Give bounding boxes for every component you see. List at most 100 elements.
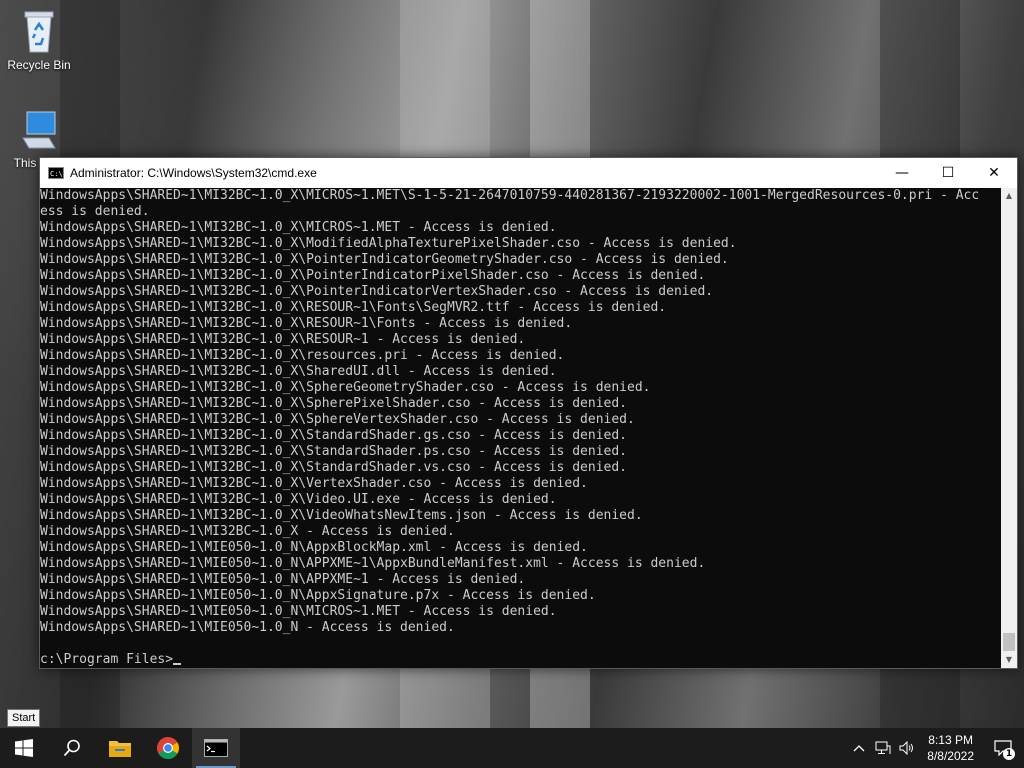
console-line: WindowsApps\SHARED~1\MI32BC~1.0_X\Sphere…: [40, 412, 1001, 428]
search-icon: [63, 739, 80, 757]
maximize-button[interactable]: ☐: [925, 158, 971, 188]
console-line: WindowsApps\SHARED~1\MIE050~1.0_N\AppxSi…: [40, 588, 1001, 604]
text-cursor: [173, 663, 182, 665]
folder-icon: [109, 741, 131, 757]
taskbar: 8:13 PM 8/8/2022 1: [0, 728, 1024, 768]
console-line: WindowsApps\SHARED~1\MI32BC~1.0_X\Video.…: [40, 492, 1001, 508]
action-center-button[interactable]: 1: [982, 728, 1024, 768]
recycle-bin-shortcut[interactable]: Recycle Bin: [4, 8, 74, 72]
console-line: WindowsApps\SHARED~1\MI32BC~1.0_X\Sphere…: [40, 380, 1001, 396]
console-line-text: WindowsApps\SHARED~1\MI32BC~1.0_X\Shared…: [40, 364, 557, 379]
console-line: WindowsApps\SHARED~1\MI32BC~1.0_X\Pointe…: [40, 252, 1001, 268]
search-button[interactable]: [48, 728, 96, 768]
console-line: WindowsApps\SHARED~1\MI32BC~1.0_X\RESOUR…: [40, 300, 1001, 316]
console-line-text: WindowsApps\SHARED~1\MI32BC~1.0_X\Sphere…: [40, 412, 635, 427]
clock[interactable]: 8:13 PM 8/8/2022: [919, 732, 982, 764]
console-line-text: WindowsApps\SHARED~1\MI32BC~1.0_X\resour…: [40, 348, 565, 363]
clock-date: 8/8/2022: [927, 749, 974, 763]
console-line-text: WindowsApps\SHARED~1\MIE050~1.0_N - Acce…: [40, 620, 455, 635]
chevron-up-icon: [853, 745, 865, 752]
clock-time: 8:13 PM: [928, 733, 973, 747]
close-button[interactable]: ✕: [971, 158, 1017, 188]
console-line: WindowsApps\SHARED~1\MI32BC~1.0_X\Standa…: [40, 444, 1001, 460]
console-line-text: WindowsApps\SHARED~1\MI32BC~1.0_X\Pointe…: [40, 252, 729, 267]
console-line-text: WindowsApps\SHARED~1\MI32BC~1.0_X - Acce…: [40, 524, 455, 539]
console-line: WindowsApps\SHARED~1\MI32BC~1.0_X\resour…: [40, 348, 1001, 364]
console-line: WindowsApps\SHARED~1\MIE050~1.0_N - Acce…: [40, 620, 1001, 636]
console-line: WindowsApps\SHARED~1\MI32BC~1.0_X\Pointe…: [40, 284, 1001, 300]
recycle-bin-label: Recycle Bin: [7, 58, 71, 72]
scroll-down-arrow-icon[interactable]: ▼: [1001, 652, 1017, 668]
console-line-text: WindowsApps\SHARED~1\MI32BC~1.0_X\Sphere…: [40, 396, 627, 411]
cmd-app-icon: C:\: [48, 167, 64, 179]
console-line-text: ess is denied.: [40, 204, 150, 219]
console-line: WindowsApps\SHARED~1\MIE050~1.0_N\MICROS…: [40, 604, 1001, 620]
window-titlebar[interactable]: C:\ Administrator: C:\Windows\System32\c…: [40, 158, 1017, 188]
console-line-text: WindowsApps\SHARED~1\MI32BC~1.0_X\VideoW…: [40, 508, 643, 523]
console-line-text: WindowsApps\SHARED~1\MI32BC~1.0_X\Standa…: [40, 460, 627, 475]
console-line: ess is denied.: [40, 204, 1001, 220]
console-line-text: WindowsApps\SHARED~1\MIE050~1.0_N\AppxBl…: [40, 540, 588, 555]
window-title: Administrator: C:\Windows\System32\cmd.e…: [70, 166, 317, 180]
cmd-icon: [204, 739, 228, 757]
console-line-text: WindowsApps\SHARED~1\MI32BC~1.0_X\Modifi…: [40, 236, 737, 251]
console-line-text: WindowsApps\SHARED~1\MI32BC~1.0_X\MICROS…: [40, 188, 980, 203]
console-line: WindowsApps\SHARED~1\MI32BC~1.0_X\Shared…: [40, 364, 1001, 380]
console-line: WindowsApps\SHARED~1\MI32BC~1.0_X\VideoW…: [40, 508, 1001, 524]
console-line-text: WindowsApps\SHARED~1\MIE050~1.0_N\AppxSi…: [40, 588, 596, 603]
notification-count-badge: 1: [1003, 748, 1015, 760]
console-line-text: WindowsApps\SHARED~1\MI32BC~1.0_X\MICROS…: [40, 220, 557, 235]
console-line-text: WindowsApps\SHARED~1\MI32BC~1.0_X\Standa…: [40, 428, 627, 443]
this-pc-icon: [22, 111, 56, 149]
network-button[interactable]: [871, 741, 895, 755]
console-line-text: WindowsApps\SHARED~1\MI32BC~1.0_X\Standa…: [40, 444, 627, 459]
scroll-up-arrow-icon[interactable]: ▲: [1001, 188, 1017, 204]
console-line: WindowsApps\SHARED~1\MIE050~1.0_N\APPXME…: [40, 556, 1001, 572]
recycle-bin-icon: [24, 11, 54, 53]
console-line-text: WindowsApps\SHARED~1\MIE050~1.0_N\MICROS…: [40, 604, 557, 619]
windows-logo-icon: [15, 739, 33, 757]
speaker-icon: [899, 741, 914, 755]
console-line: WindowsApps\SHARED~1\MI32BC~1.0_X\MICROS…: [40, 188, 1001, 204]
console-line-text: WindowsApps\SHARED~1\MI32BC~1.0_X\Sphere…: [40, 380, 651, 395]
console-line: WindowsApps\SHARED~1\MI32BC~1.0_X\Modifi…: [40, 236, 1001, 252]
cmd-taskbar-button[interactable]: [192, 728, 240, 768]
console-line: WindowsApps\SHARED~1\MI32BC~1.0_X\Pointe…: [40, 268, 1001, 284]
console-line: WindowsApps\SHARED~1\MI32BC~1.0_X - Acce…: [40, 524, 1001, 540]
console-output[interactable]: WindowsApps\SHARED~1\MI32BC~1.0_X\MICROS…: [40, 188, 1001, 668]
console-line-text: WindowsApps\SHARED~1\MI32BC~1.0_X\Pointe…: [40, 284, 714, 299]
vertical-scrollbar[interactable]: ▲ ▼: [1001, 188, 1017, 668]
console-line-text: WindowsApps\SHARED~1\MI32BC~1.0_X\RESOUR…: [40, 300, 667, 315]
console-line: WindowsApps\SHARED~1\MI32BC~1.0_X\RESOUR…: [40, 316, 1001, 332]
cmd-window[interactable]: C:\ Administrator: C:\Windows\System32\c…: [39, 157, 1018, 669]
system-tray: 8:13 PM 8/8/2022 1: [847, 728, 1024, 768]
network-icon: [875, 741, 891, 754]
volume-button[interactable]: [895, 741, 919, 755]
console-line: WindowsApps\SHARED~1\MIE050~1.0_N\APPXME…: [40, 572, 1001, 588]
console-line-text: WindowsApps\SHARED~1\MI32BC~1.0_X\Video.…: [40, 492, 557, 507]
start-tooltip: Start: [7, 709, 41, 727]
console-line-text: WindowsApps\SHARED~1\MIE050~1.0_N\APPXME…: [40, 572, 526, 587]
console-line: WindowsApps\SHARED~1\MIE050~1.0_N\AppxBl…: [40, 540, 1001, 556]
chrome-icon: [157, 737, 179, 759]
console-line-text: WindowsApps\SHARED~1\MI32BC~1.0_X\Pointe…: [40, 268, 706, 283]
console-line-text: WindowsApps\SHARED~1\MIE050~1.0_N\APPXME…: [40, 556, 706, 571]
console-line-text: c:\Program Files>: [40, 652, 174, 667]
scrollbar-thumb[interactable]: [1003, 633, 1015, 651]
console-line: WindowsApps\SHARED~1\MI32BC~1.0_X\Sphere…: [40, 396, 1001, 412]
console-line-text: WindowsApps\SHARED~1\MI32BC~1.0_X\Vertex…: [40, 476, 588, 491]
console-line: WindowsApps\SHARED~1\MI32BC~1.0_X\RESOUR…: [40, 332, 1001, 348]
chrome-button[interactable]: [144, 728, 192, 768]
start-button[interactable]: [0, 728, 48, 768]
this-pc-label: This: [13, 156, 37, 170]
file-explorer-button[interactable]: [96, 728, 144, 768]
console-line-text: WindowsApps\SHARED~1\MI32BC~1.0_X\RESOUR…: [40, 316, 573, 331]
show-hidden-icons-button[interactable]: [847, 744, 871, 752]
minimize-button[interactable]: —: [879, 158, 925, 188]
console-line: WindowsApps\SHARED~1\MI32BC~1.0_X\Standa…: [40, 428, 1001, 444]
console-line: c:\Program Files>: [40, 652, 1001, 668]
console-line: WindowsApps\SHARED~1\MI32BC~1.0_X\Standa…: [40, 460, 1001, 476]
console-line: WindowsApps\SHARED~1\MI32BC~1.0_X\MICROS…: [40, 220, 1001, 236]
console-line: WindowsApps\SHARED~1\MI32BC~1.0_X\Vertex…: [40, 476, 1001, 492]
